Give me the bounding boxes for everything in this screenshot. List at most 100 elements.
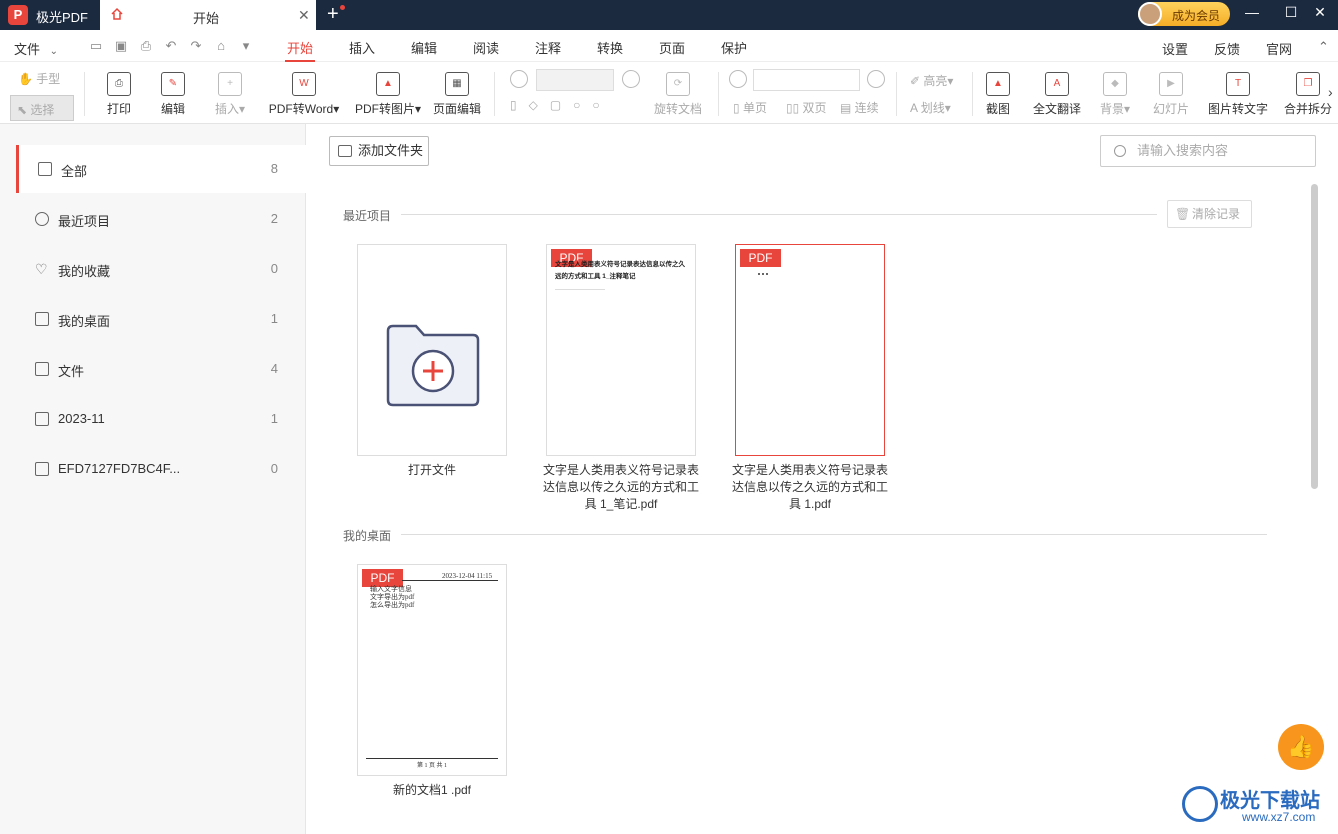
watermark-icon	[1182, 786, 1218, 822]
full-translate-button[interactable]: A 全文翻译	[1031, 72, 1083, 117]
sidebar-item-favorites[interactable]: ♡ 我的收藏 0	[16, 245, 306, 293]
notification-dot	[340, 5, 345, 10]
file-card[interactable]: PDF 文字是人类用表义符号记录表达信息以传之久远的方式和工具 1_注释笔记	[546, 244, 696, 456]
insert-button[interactable]: + 插入▾	[210, 72, 250, 117]
zoom-out-icon[interactable]	[510, 70, 528, 88]
strikethrough-button[interactable]: A 划线▾	[910, 99, 951, 116]
print-button[interactable]: ⎙ 打印	[101, 72, 137, 117]
page-edit-button[interactable]: ▦ 页面编辑	[432, 72, 482, 117]
image-to-text-button[interactable]: T 图片转文字	[1206, 72, 1270, 117]
sidebar-item-desktop[interactable]: 我的桌面 1	[16, 295, 306, 343]
next-page-icon[interactable]	[867, 70, 885, 88]
zoom-select[interactable]	[536, 69, 614, 91]
pdf-to-word-button[interactable]: W PDF转Word▾	[265, 72, 343, 117]
trash-icon: 🗑	[1175, 207, 1191, 221]
hand-tool[interactable]: ✋ 手型	[18, 70, 60, 87]
single-page-label: 单页	[742, 101, 767, 115]
background-button[interactable]: ◆ 背景▾	[1098, 72, 1132, 117]
merge-icon: ❐	[1296, 72, 1320, 96]
tab-title: 开始	[193, 11, 220, 26]
menu-protect[interactable]: 保护	[721, 38, 747, 57]
folder-clock-icon	[35, 462, 49, 476]
vertical-scrollbar[interactable]	[1311, 184, 1318, 489]
like-button[interactable]: 👍	[1278, 724, 1324, 770]
clear-records-button[interactable]: 🗑 清除记录	[1167, 200, 1252, 228]
open-file-card[interactable]	[357, 244, 507, 456]
view-mode-icons[interactable]: ▯◇▢○○	[510, 98, 612, 112]
file-card-selected[interactable]: PDF	[735, 244, 885, 456]
highlight-button[interactable]: ✐ 高亮▾	[910, 72, 953, 89]
close-icon[interactable]: ✕	[1310, 4, 1330, 21]
folder-clock-icon	[35, 362, 49, 376]
open-folder-icon[interactable]: ▭	[89, 39, 103, 53]
pdf-to-image-button[interactable]: ▲ PDF转图片▾	[354, 72, 422, 117]
insert-label: 插入▾	[214, 102, 246, 116]
menu-page[interactable]: 页面	[659, 38, 685, 57]
edit-label: 编辑	[160, 102, 185, 116]
sidebar-item-2023-11[interactable]: 2023-11 1	[16, 395, 306, 443]
sidebar-item-label: 我的桌面	[58, 314, 111, 329]
screenshot-button[interactable]: ▲ 截图	[983, 72, 1013, 117]
tab-start[interactable]: 开始 ✕	[100, 0, 316, 30]
search-input[interactable]: 请输入搜索内容	[1100, 135, 1316, 167]
clear-records-label: 清除记录	[1192, 207, 1241, 221]
save-icon[interactable]: ▣	[114, 39, 128, 53]
sidebar-item-files[interactable]: 文件 4	[16, 345, 306, 393]
thumbnail-content	[555, 289, 605, 319]
sidebar-item-count: 1	[270, 311, 278, 326]
redo-icon[interactable]: ↷	[189, 39, 203, 53]
edit-button[interactable]: ✎ 编辑	[155, 72, 191, 117]
sidebar-item-recent[interactable]: 最近项目 2	[16, 195, 306, 243]
rotate-doc-button[interactable]: ⟳ 旋转文档	[652, 72, 704, 117]
minimize-icon[interactable]: —	[1242, 4, 1262, 20]
double-page-button[interactable]: ▯▯ 双页	[786, 99, 827, 116]
print-icon[interactable]: ⎙	[139, 39, 153, 53]
menu-feedback[interactable]: 反馈	[1214, 39, 1240, 58]
screenshot-label: 截图	[985, 102, 1010, 116]
toolbar-scroll-right-icon[interactable]: ›	[1328, 84, 1333, 100]
single-page-button[interactable]: ▯ 单页	[733, 99, 767, 116]
collapse-ribbon-icon[interactable]: ⌃	[1318, 39, 1329, 55]
toolbar-divider	[84, 72, 85, 116]
zoom-in-icon[interactable]	[622, 70, 640, 88]
thumbnail-date: 2023-12-04 11:15	[442, 572, 493, 580]
section-divider	[401, 534, 1267, 535]
menu-edit[interactable]: 编辑	[411, 38, 437, 57]
file-menu[interactable]: 文件 ⌄	[14, 39, 58, 58]
toolbar-divider	[972, 72, 973, 116]
home-quick-icon[interactable]: ⌂	[214, 39, 228, 53]
sidebar-item-all[interactable]: 全部 8	[16, 145, 306, 193]
watermark-url: www.xz7.com	[1242, 810, 1316, 824]
watermark-logo: 极光下载站 www.xz7.com	[1180, 778, 1336, 830]
customize-icon[interactable]: ▾	[239, 39, 253, 53]
slideshow-button[interactable]: ▶ 幻灯片	[1150, 72, 1192, 117]
background-label: 背景▾	[1099, 102, 1131, 116]
prev-page-icon[interactable]	[729, 70, 747, 88]
menu-website[interactable]: 官网	[1266, 39, 1292, 58]
add-folder-button[interactable]: 添加文件夹	[329, 136, 429, 166]
select-tool[interactable]: ⬉ 选择	[10, 95, 74, 121]
menu-convert[interactable]: 转换	[597, 38, 623, 57]
menu-settings[interactable]: 设置	[1162, 39, 1188, 58]
grid-icon	[38, 162, 52, 176]
file-menu-label: 文件	[14, 42, 41, 57]
new-tab-button[interactable]: +	[327, 3, 345, 26]
chevron-down-icon: ⌄	[49, 46, 59, 57]
tab-close-icon[interactable]: ✕	[298, 7, 310, 24]
page-number-input[interactable]	[753, 69, 860, 91]
printer-icon: ⎙	[107, 72, 131, 96]
menu-start[interactable]: 开始	[284, 38, 316, 62]
become-member-button[interactable]: 成为会员	[1138, 2, 1230, 26]
maximize-icon[interactable]: ☐	[1281, 4, 1301, 21]
menu-insert[interactable]: 插入	[349, 38, 375, 57]
menu-read[interactable]: 阅读	[473, 38, 499, 57]
menu-annotate[interactable]: 注释	[535, 38, 561, 57]
sidebar-item-efd-folder[interactable]: EFD7127FD7BC4F... 0	[16, 445, 306, 493]
file-card[interactable]: PDF 2023-12-04 11:15 输入文字信息 文字导出为pdf 怎么导…	[357, 564, 507, 776]
continuous-button[interactable]: ▤ 连续	[840, 99, 879, 116]
toolbar-divider	[896, 72, 897, 116]
merge-split-button[interactable]: ❐ 合并拆分	[1284, 72, 1332, 117]
pdf-to-image-icon: ▲	[376, 72, 400, 96]
undo-icon[interactable]: ↶	[164, 39, 178, 53]
insert-page-icon: +	[218, 72, 242, 96]
